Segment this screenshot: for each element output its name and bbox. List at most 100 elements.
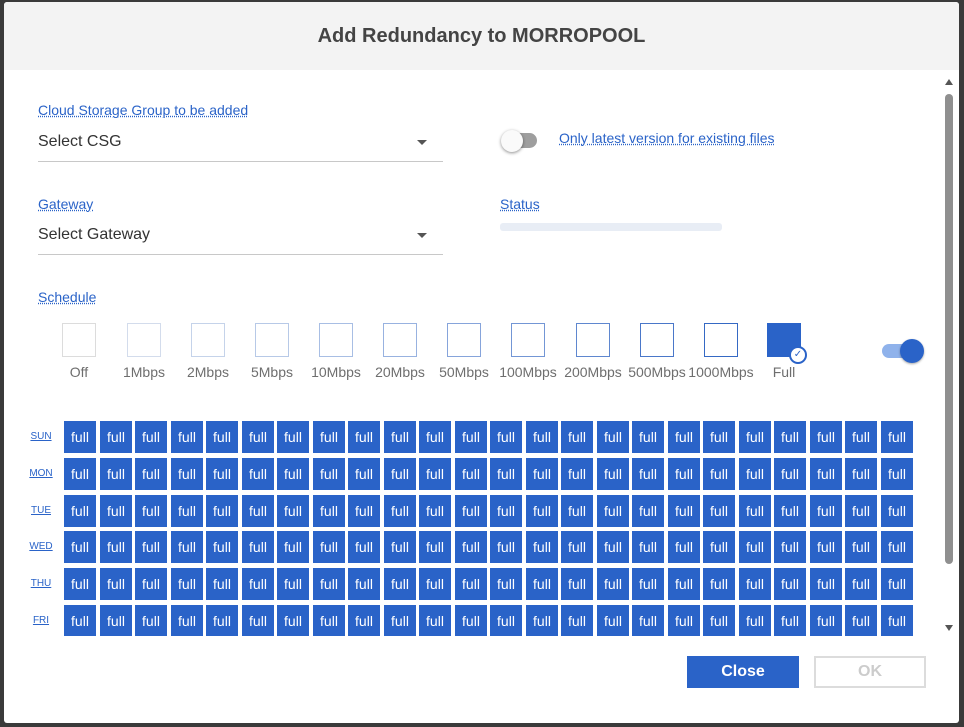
schedule-cell[interactable]: full <box>455 458 487 490</box>
schedule-cell[interactable]: full <box>561 495 593 527</box>
schedule-cell[interactable]: full <box>313 495 345 527</box>
schedule-cell[interactable]: full <box>277 531 309 563</box>
schedule-cell[interactable]: full <box>703 421 735 453</box>
schedule-cell[interactable]: full <box>135 605 167 636</box>
schedule-cell[interactable]: full <box>277 495 309 527</box>
schedule-cell[interactable]: full <box>739 605 771 636</box>
schedule-cell[interactable]: full <box>561 568 593 600</box>
schedule-cell[interactable]: full <box>703 568 735 600</box>
schedule-toggle[interactable] <box>880 338 924 364</box>
speed-option-50mbps[interactable]: 50Mbps <box>429 323 499 383</box>
schedule-cell[interactable]: full <box>242 495 274 527</box>
day-label-thu[interactable]: THU <box>28 578 54 589</box>
day-label-mon[interactable]: MON <box>28 468 54 479</box>
schedule-cell[interactable]: full <box>597 605 629 636</box>
schedule-cell[interactable]: full <box>100 531 132 563</box>
schedule-cell[interactable]: full <box>597 421 629 453</box>
schedule-cell[interactable]: full <box>277 421 309 453</box>
schedule-cell[interactable]: full <box>242 568 274 600</box>
schedule-cell[interactable]: full <box>845 495 877 527</box>
csg-select[interactable]: Select CSG <box>38 123 443 162</box>
schedule-cell[interactable]: full <box>135 421 167 453</box>
schedule-cell[interactable]: full <box>419 605 451 636</box>
schedule-cell[interactable]: full <box>313 458 345 490</box>
schedule-cell[interactable]: full <box>739 421 771 453</box>
schedule-cell[interactable]: full <box>419 568 451 600</box>
schedule-cell[interactable]: full <box>526 421 558 453</box>
schedule-cell[interactable]: full <box>348 605 380 636</box>
speed-option-2mbps[interactable]: 2Mbps <box>173 323 243 383</box>
schedule-cell[interactable]: full <box>703 495 735 527</box>
schedule-cell[interactable]: full <box>561 605 593 636</box>
speed-option-20mbps[interactable]: 20Mbps <box>365 323 435 383</box>
schedule-cell[interactable]: full <box>597 531 629 563</box>
schedule-cell[interactable]: full <box>348 421 380 453</box>
speed-option-200mbps[interactable]: 200Mbps <box>558 323 628 383</box>
schedule-cell[interactable]: full <box>881 421 913 453</box>
schedule-cell[interactable]: full <box>597 495 629 527</box>
schedule-cell[interactable]: full <box>419 458 451 490</box>
schedule-cell[interactable]: full <box>135 568 167 600</box>
schedule-cell[interactable]: full <box>632 531 664 563</box>
schedule-cell[interactable]: full <box>206 421 238 453</box>
schedule-cell[interactable]: full <box>845 458 877 490</box>
schedule-cell[interactable]: full <box>384 495 416 527</box>
schedule-cell[interactable]: full <box>881 568 913 600</box>
schedule-cell[interactable]: full <box>100 421 132 453</box>
schedule-cell[interactable]: full <box>845 421 877 453</box>
schedule-cell[interactable]: full <box>206 495 238 527</box>
schedule-cell[interactable]: full <box>490 458 522 490</box>
schedule-cell[interactable]: full <box>810 605 842 636</box>
speed-option-1000mbps[interactable]: 1000Mbps <box>686 323 756 383</box>
schedule-cell[interactable]: full <box>206 568 238 600</box>
schedule-cell[interactable]: full <box>171 605 203 636</box>
schedule-cell[interactable]: full <box>455 568 487 600</box>
schedule-cell[interactable]: full <box>455 421 487 453</box>
schedule-cell[interactable]: full <box>597 568 629 600</box>
schedule-cell[interactable]: full <box>135 495 167 527</box>
schedule-cell[interactable]: full <box>668 458 700 490</box>
schedule-cell[interactable]: full <box>632 568 664 600</box>
schedule-cell[interactable]: full <box>171 531 203 563</box>
schedule-cell[interactable]: full <box>490 421 522 453</box>
schedule-cell[interactable]: full <box>561 421 593 453</box>
schedule-cell[interactable]: full <box>668 495 700 527</box>
schedule-cell[interactable]: full <box>206 531 238 563</box>
schedule-cell[interactable]: full <box>881 495 913 527</box>
schedule-cell[interactable]: full <box>668 421 700 453</box>
schedule-cell[interactable]: full <box>845 568 877 600</box>
schedule-cell[interactable]: full <box>526 605 558 636</box>
schedule-cell[interactable]: full <box>526 568 558 600</box>
schedule-cell[interactable]: full <box>348 495 380 527</box>
schedule-cell[interactable]: full <box>490 568 522 600</box>
schedule-cell[interactable]: full <box>64 495 96 527</box>
latest-version-label[interactable]: Only latest version for existing files <box>559 130 775 146</box>
schedule-cell[interactable]: full <box>64 605 96 636</box>
schedule-cell[interactable]: full <box>490 531 522 563</box>
schedule-cell[interactable]: full <box>632 458 664 490</box>
schedule-cell[interactable]: full <box>135 458 167 490</box>
schedule-cell[interactable]: full <box>703 458 735 490</box>
schedule-cell[interactable]: full <box>881 458 913 490</box>
schedule-cell[interactable]: full <box>277 458 309 490</box>
schedule-cell[interactable]: full <box>632 421 664 453</box>
schedule-cell[interactable]: full <box>739 531 771 563</box>
schedule-cell[interactable]: full <box>64 531 96 563</box>
schedule-cell[interactable]: full <box>455 605 487 636</box>
scroll-thumb[interactable] <box>945 94 953 564</box>
schedule-cell[interactable]: full <box>64 421 96 453</box>
schedule-cell[interactable]: full <box>845 605 877 636</box>
schedule-cell[interactable]: full <box>526 495 558 527</box>
schedule-cell[interactable]: full <box>313 568 345 600</box>
schedule-cell[interactable]: full <box>774 458 806 490</box>
speed-option-full[interactable]: ✓ Full <box>749 323 819 383</box>
latest-version-toggle[interactable] <box>501 130 541 152</box>
schedule-cell[interactable]: full <box>242 421 274 453</box>
schedule-cell[interactable]: full <box>810 458 842 490</box>
schedule-cell[interactable]: full <box>455 531 487 563</box>
speed-option-500mbps[interactable]: 500Mbps <box>622 323 692 383</box>
schedule-cell[interactable]: full <box>668 605 700 636</box>
schedule-cell[interactable]: full <box>100 458 132 490</box>
schedule-cell[interactable]: full <box>384 568 416 600</box>
day-label-sun[interactable]: SUN <box>28 431 54 442</box>
